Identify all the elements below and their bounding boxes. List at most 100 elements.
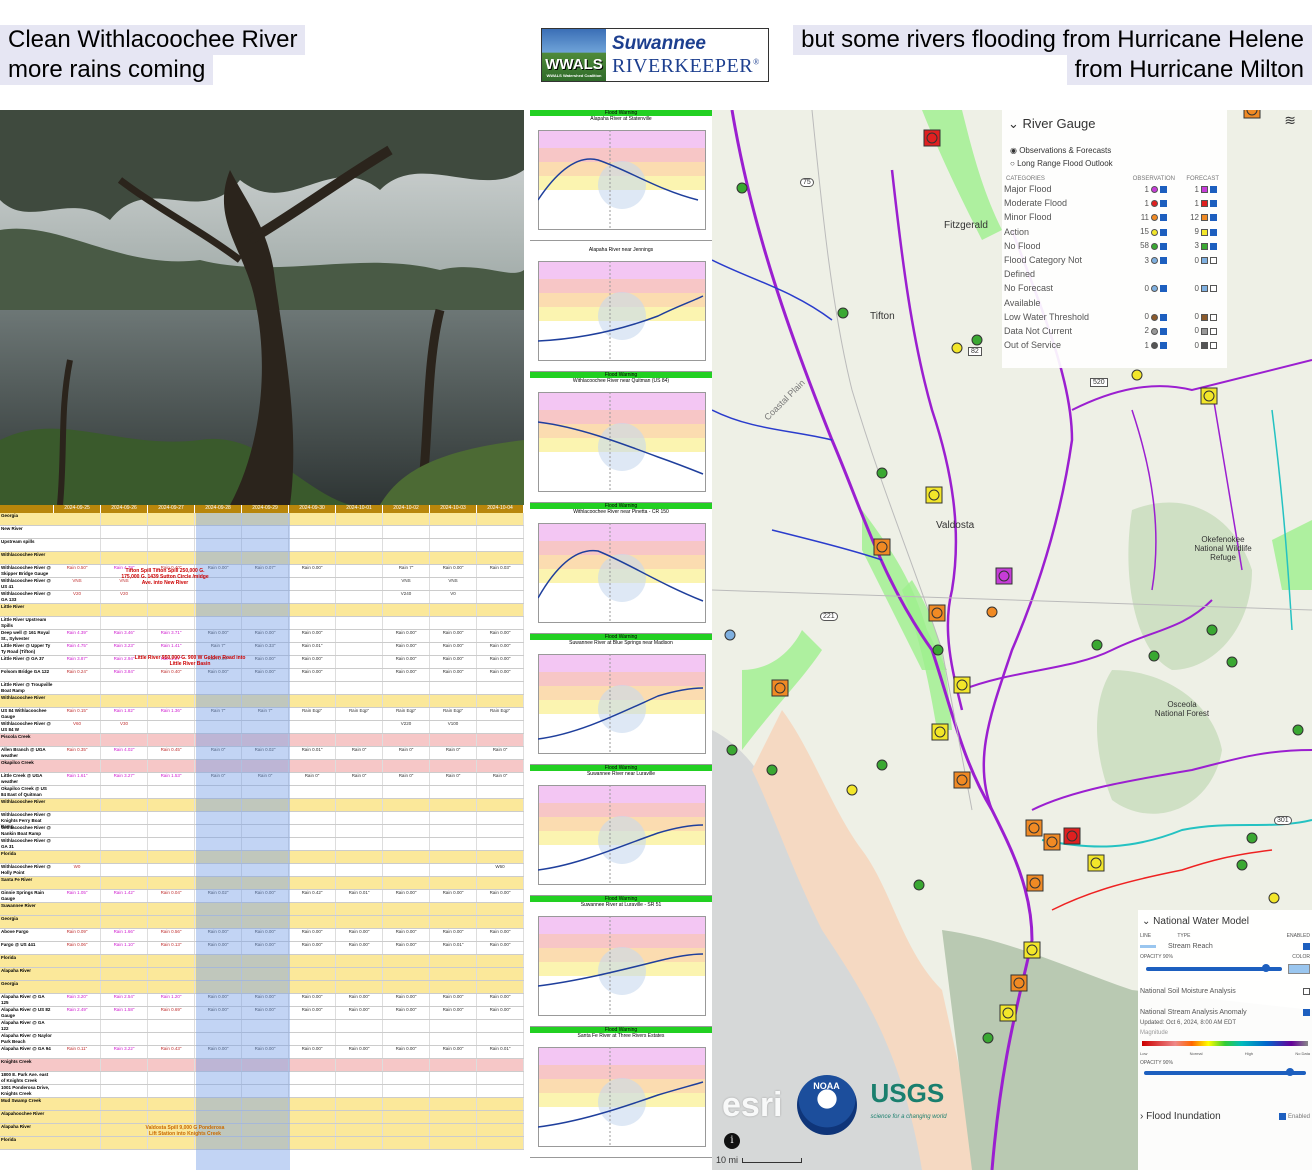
color-picker[interactable] [1288,964,1310,974]
radio-long-range[interactable]: ○ Long Range Flood Outlook [1002,159,1227,168]
observation-checkbox[interactable] [1160,185,1167,193]
observation-checkbox[interactable] [1160,285,1167,293]
observation-gauge-marker[interactable] [876,467,888,479]
gauge-marker-inner[interactable] [1203,390,1215,402]
info-icon[interactable]: i [724,1133,740,1149]
observation-gauge-marker[interactable] [1206,624,1218,636]
forecast-count-value: 0 [1194,255,1199,265]
observation-gauge-marker[interactable] [837,307,849,319]
hydrograph[interactable]: Flood Warning Suwannee River at Blue Spri… [530,634,712,765]
opacity2-slider-knob[interactable] [1286,1068,1294,1076]
row-label: Above Fargo [1,929,29,934]
opacity2-slider[interactable] [1144,1068,1306,1076]
stream-anomaly-checkbox[interactable] [1303,1009,1310,1016]
gauge-marker-inner[interactable] [876,541,888,553]
forecast-checkbox[interactable] [1210,327,1217,335]
observation-checkbox[interactable] [1160,200,1167,208]
gauge-marker-inner[interactable] [934,726,946,738]
radio-observations[interactable]: ◉ Observations & Forecasts [1002,146,1227,155]
observation-checkbox[interactable] [1160,342,1167,350]
observation-swatch [1151,200,1158,208]
gauge-marker-inner[interactable] [931,607,943,619]
observation-checkbox[interactable] [1160,327,1167,335]
observation-checkbox[interactable] [1160,242,1167,250]
opacity-slider-knob[interactable] [1262,964,1270,972]
soil-moisture-checkbox[interactable] [1303,988,1310,995]
hydrograph[interactable]: Flood Warning Withlacoochee River near Pi… [530,503,712,634]
observation-checkbox[interactable] [1160,228,1167,236]
table-cell [148,591,195,603]
hydrograph[interactable]: Flood Warning Suwannee River at Luraville… [530,896,712,1027]
observation-gauge-marker[interactable] [736,182,748,194]
hydrograph[interactable]: Alapaha River near Jennings [530,241,712,372]
nwm-header[interactable]: ⌄ National Water Model [1138,910,1312,927]
hydrograph[interactable]: Flood Warning Santa Fe River at Three Riv… [530,1027,712,1158]
observation-gauge-marker[interactable] [1226,656,1238,668]
hydrograph[interactable]: Flood Warning Suwannee River near Luravil… [530,765,712,896]
river-gauge-panel-header[interactable]: ⌄ River Gauge [1002,110,1227,132]
row-cells: Rain 0.06" Rain 1.10" Rain 0.13" Rain 0.00"… [54,942,524,954]
observation-gauge-marker[interactable] [1292,724,1304,736]
table-cell: Rain 0.00" [477,1007,524,1019]
observation-gauge-marker[interactable] [876,759,888,771]
observation-gauge-marker[interactable] [1091,639,1103,651]
observation-checkbox[interactable] [1160,313,1167,321]
forecast-checkbox[interactable] [1210,285,1217,293]
observation-gauge-marker[interactable] [1131,369,1143,381]
observation-gauge-marker[interactable] [932,644,944,656]
observation-gauge-marker[interactable] [724,629,736,641]
gauge-marker-inner[interactable] [1026,944,1038,956]
gauge-marker-inner[interactable] [956,774,968,786]
gauge-marker-inner[interactable] [1066,830,1078,842]
hydrograph[interactable]: Flood Warning Alapaha River at Statenvill… [530,110,712,241]
gauge-marker-inner[interactable] [956,679,968,691]
gauge-marker-inner[interactable] [928,489,940,501]
gauge-marker-inner[interactable] [1028,822,1040,834]
observation-gauge-marker[interactable] [982,1032,994,1044]
forecast-checkbox[interactable] [1210,256,1217,264]
forecast-checkbox[interactable] [1210,185,1217,193]
forecast-checkbox[interactable] [1210,200,1217,208]
observation-gauge-marker[interactable] [1246,832,1258,844]
flood-inundation-checkbox[interactable] [1279,1112,1287,1120]
observation-gauge-marker[interactable] [846,784,858,796]
gauge-marker-inner[interactable] [1002,1007,1014,1019]
observation-checkbox[interactable] [1160,256,1167,264]
observation-gauge-marker[interactable] [766,764,778,776]
observation-gauge-marker[interactable] [1268,892,1280,904]
observation-gauge-marker[interactable] [726,744,738,756]
hydrograph[interactable]: Flood Warning Withlacoochee River near Qu… [530,372,712,503]
table-cell [54,838,101,850]
gauge-marker-inner[interactable] [1046,836,1058,848]
observation-gauge-marker[interactable] [1236,859,1248,871]
observation-checkbox[interactable] [1160,214,1167,222]
river-photo [0,110,524,505]
table-cell [477,799,524,811]
stream-reach-checkbox[interactable] [1303,943,1310,950]
gauge-marker-inner[interactable] [1013,977,1025,989]
observation-gauge-marker[interactable] [951,342,963,354]
gauge-marker-inner[interactable] [774,682,786,694]
gauge-marker-inner[interactable] [1029,877,1041,889]
forecast-checkbox[interactable] [1210,342,1217,350]
layers-icon[interactable]: ≋ [1284,112,1296,129]
observation-count: 1 [1109,185,1167,194]
observation-gauge-marker[interactable] [971,334,983,346]
gauge-marker-inner[interactable] [1090,857,1102,869]
gauge-marker-inner[interactable] [998,570,1010,582]
table-cell: Rain 0.01" [430,942,477,954]
observation-gauge-marker[interactable] [1148,650,1160,662]
gauge-marker-inner[interactable] [926,132,938,144]
hydrograph-plot [538,130,706,230]
forecast-checkbox[interactable] [1210,242,1217,250]
spill-note-little-river: Little River 950,000 G. 900 W Golden Roa… [134,655,246,667]
opacity-slider[interactable] [1146,964,1282,972]
river-gauge-map[interactable]: Fitzgerald Tifton Valdosta Okefenokee Na… [712,110,1312,1170]
observation-gauge-marker[interactable] [913,879,925,891]
forecast-checkbox[interactable] [1210,214,1217,222]
forecast-checkbox[interactable] [1210,313,1217,321]
table-row: Little Creek @ UGA weather Rain 1.61" Rain… [0,773,524,786]
observation-gauge-marker[interactable] [986,606,998,618]
forecast-checkbox[interactable] [1210,228,1217,236]
flood-inundation-row[interactable]: › Flood Inundation Enabled [1138,1109,1312,1124]
